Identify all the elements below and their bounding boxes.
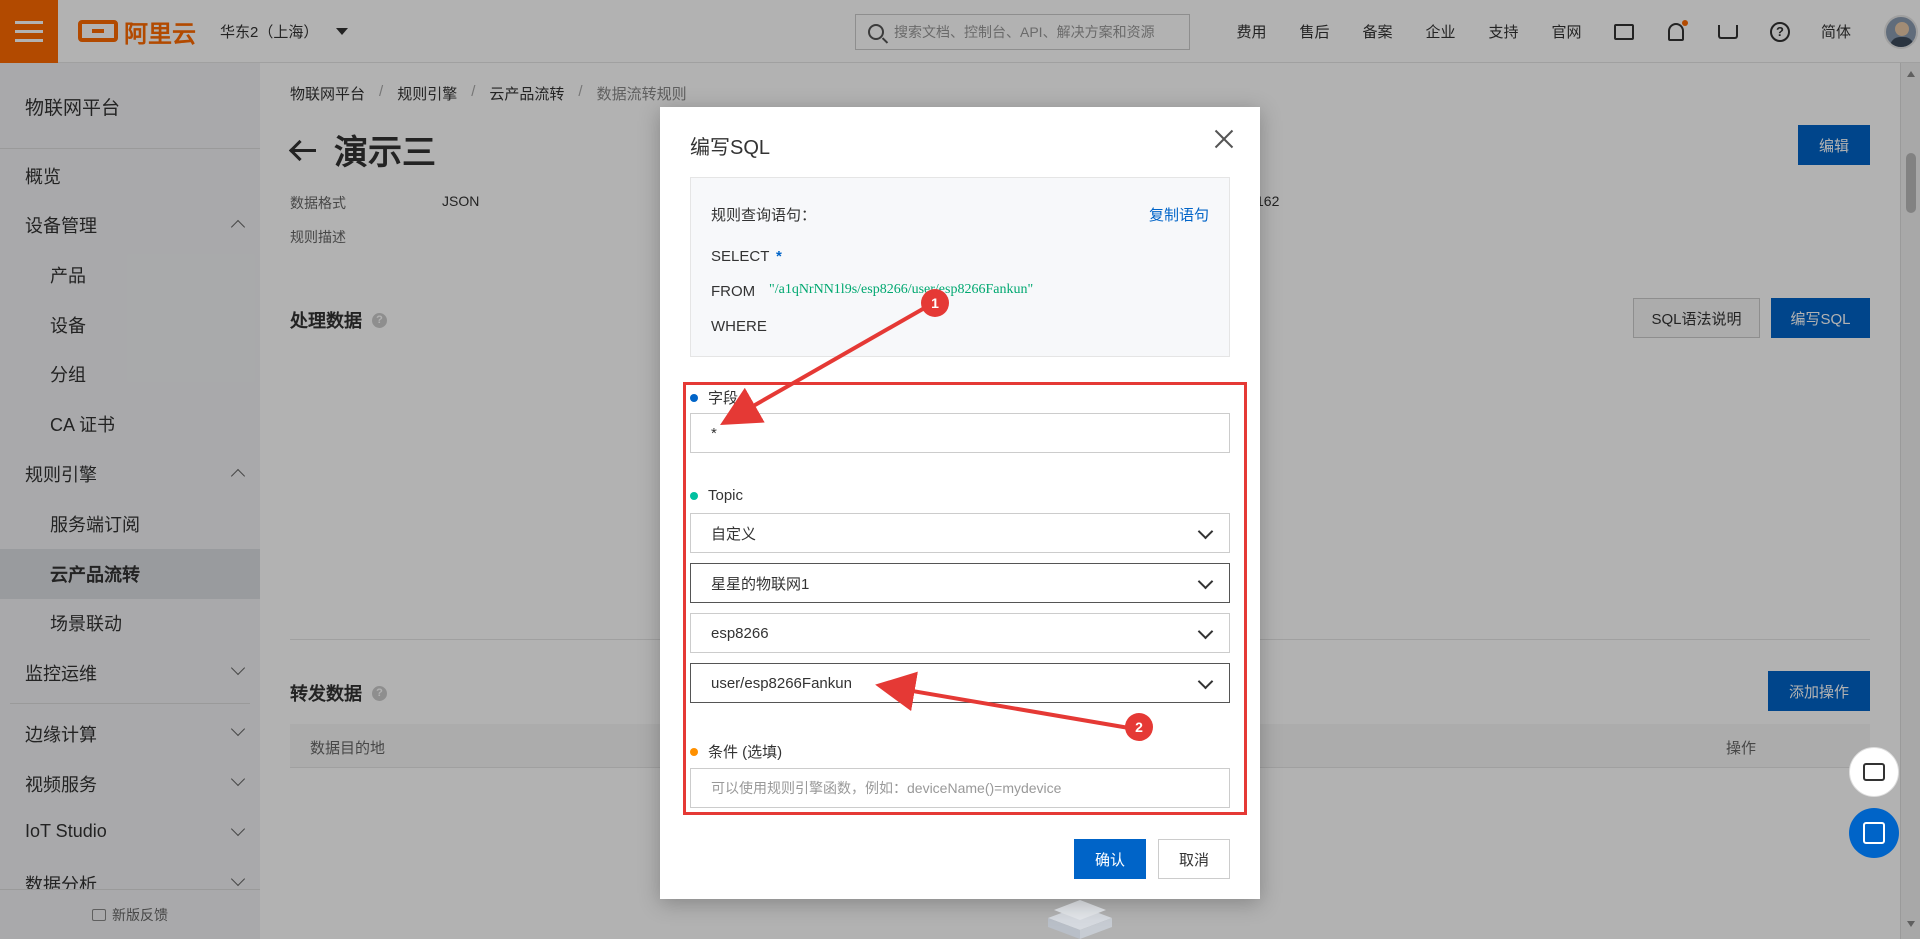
topic-select[interactable]: user/esp8266Fankun xyxy=(690,663,1230,703)
sql-where-keyword: WHERE xyxy=(711,318,767,335)
chevron-down-icon xyxy=(1197,573,1214,590)
annotation-badge-2: 2 xyxy=(1125,713,1153,741)
confirm-button[interactable]: 确认 xyxy=(1074,839,1146,879)
condition-label-text: 条件 (选填) xyxy=(708,744,783,761)
field-label-text: 字段 xyxy=(708,390,739,407)
select-value: 星星的物联网1 xyxy=(711,575,810,593)
chat-icon xyxy=(1863,763,1885,781)
apps-icon xyxy=(1863,822,1885,844)
sql-from-value: "/a1qNrNN1l9s/esp8266/user/esp8266Fankun… xyxy=(769,282,1034,297)
condition-input[interactable]: 可以使用规则引擎函数，例如：deviceName()=mydevice xyxy=(690,768,1230,808)
apps-float-button[interactable] xyxy=(1849,808,1899,858)
product-select[interactable]: 星星的物联网1 xyxy=(690,563,1230,603)
topic-label-text: Topic xyxy=(708,487,744,504)
query-label: 规则查询语句： xyxy=(711,207,817,224)
dot-icon xyxy=(690,491,698,500)
sql-select-keyword: SELECT xyxy=(711,248,770,265)
chevron-down-icon xyxy=(1197,673,1214,690)
write-sql-dialog: 编写SQL 规则查询语句： 复制语句 SELECT * FROM "/a1qNr… xyxy=(660,107,1260,899)
copy-sql-link[interactable]: 复制语句 xyxy=(1149,204,1209,225)
chevron-down-icon xyxy=(1197,523,1214,540)
select-value: 自定义 xyxy=(711,525,757,543)
dot-icon xyxy=(690,393,698,402)
cancel-button[interactable]: 取消 xyxy=(1158,839,1230,879)
empty-state-illustration xyxy=(1048,900,1112,939)
sql-from-keyword: FROM xyxy=(711,283,756,300)
topic-label: Topic xyxy=(690,487,743,504)
device-select[interactable]: esp8266 xyxy=(690,613,1230,653)
sql-preview: 规则查询语句： 复制语句 SELECT * FROM "/a1qNrNN1l9s… xyxy=(690,177,1230,357)
select-value: esp8266 xyxy=(711,624,769,642)
annotation-badge-1: 1 xyxy=(921,289,949,317)
close-icon[interactable] xyxy=(1210,125,1238,153)
sql-select-value: * xyxy=(776,248,782,265)
field-label: 字段 xyxy=(690,387,738,408)
condition-label: 条件 (选填) xyxy=(690,741,782,762)
dialog-title: 编写SQL xyxy=(690,137,771,159)
select-value: user/esp8266Fankun xyxy=(711,674,852,692)
chevron-down-icon xyxy=(1197,623,1214,640)
chat-float-button[interactable] xyxy=(1849,747,1899,797)
dot-icon xyxy=(690,747,698,756)
field-input[interactable]: * xyxy=(690,413,1230,453)
topic-type-select[interactable]: 自定义 xyxy=(690,513,1230,553)
